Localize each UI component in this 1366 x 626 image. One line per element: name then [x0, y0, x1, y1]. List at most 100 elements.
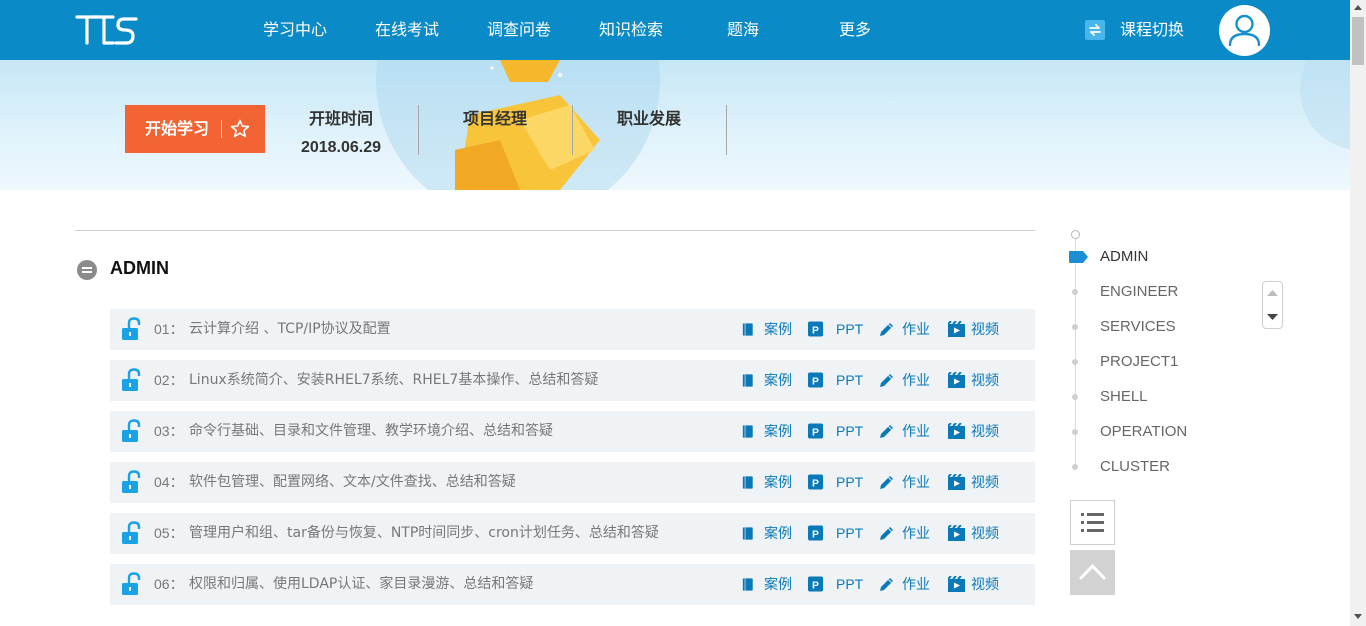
back-to-top-button[interactable]	[1070, 550, 1115, 595]
homework-link[interactable]: 作业	[878, 360, 942, 401]
nav-online-exam[interactable]: 在线考试	[375, 0, 439, 60]
book-icon	[742, 374, 753, 387]
ppt-link[interactable]: P PPT	[808, 360, 876, 401]
ppt-label: PPT	[836, 525, 864, 541]
avatar[interactable]	[1219, 5, 1270, 56]
outline-item[interactable]: OPERATION	[1100, 423, 1187, 440]
lesson-row[interactable]: 02： Linux系统简介、安装RHEL7系统、RHEL7基本操作、总结和答疑 案例…	[110, 360, 1035, 401]
outline-item[interactable]: PROJECT1	[1100, 353, 1178, 370]
video-label: 视频	[971, 423, 999, 439]
collapse-icon[interactable]	[77, 260, 97, 280]
scroll-up-arrow[interactable]	[1354, 5, 1362, 10]
scroll-down-arrow[interactable]	[1354, 614, 1362, 619]
case-link[interactable]: 案例	[742, 411, 804, 452]
lesson-title[interactable]: 云计算介绍 、TCP/IP协议及配置	[189, 309, 391, 350]
timeline-start	[1071, 230, 1080, 239]
outline-item[interactable]: ENGINEER	[1100, 283, 1178, 300]
ppt-link[interactable]: P PPT	[808, 411, 876, 452]
course-banner: 开始学习 开班时间 2018.06.29 项目经理 职业发展	[0, 60, 1350, 190]
video-link[interactable]: 视频	[948, 513, 1011, 554]
start-learning-label: 开始学习	[145, 119, 210, 138]
case-link[interactable]: 案例	[742, 513, 804, 554]
lesson-row[interactable]: 06： 权限和归属、使用LDAP认证、家目录漫游、总结和答疑 案例 P PPT 作业 视频	[110, 564, 1035, 605]
chevron-down-icon[interactable]	[1267, 313, 1278, 321]
video-icon	[948, 372, 965, 388]
lesson-title[interactable]: 软件包管理、配置网络、文本/文件查找、总结和答疑	[189, 462, 516, 503]
book-icon	[742, 425, 753, 438]
case-link[interactable]: 案例	[742, 309, 804, 350]
lesson-row[interactable]: 01： 云计算介绍 、TCP/IP协议及配置 案例 P PPT 作业 视频	[110, 309, 1035, 350]
nav-question-bank[interactable]: 题海	[727, 0, 759, 60]
video-link[interactable]: 视频	[948, 462, 1011, 503]
video-link[interactable]: 视频	[948, 309, 1011, 350]
outline-timeline	[1075, 238, 1076, 470]
ppt-link[interactable]: P PPT	[808, 513, 876, 554]
video-link[interactable]: 视频	[948, 360, 1011, 401]
page-scrollbar[interactable]	[1350, 0, 1366, 626]
outline-item[interactable]: SHELL	[1100, 388, 1148, 405]
logo[interactable]	[75, 14, 139, 46]
video-label: 视频	[971, 576, 999, 592]
lesson-title[interactable]: 管理用户和组、tar备份与恢复、NTP时间同步、cron计划任务、总结和答疑	[189, 513, 659, 554]
lesson-row[interactable]: 05： 管理用户和组、tar备份与恢复、NTP时间同步、cron计划任务、总结和答…	[110, 513, 1035, 554]
video-label: 视频	[971, 321, 999, 337]
ppt-link[interactable]: P PPT	[808, 462, 876, 503]
outline-item[interactable]: SERVICES	[1100, 318, 1176, 335]
lesson-title[interactable]: 权限和归属、使用LDAP认证、家目录漫游、总结和答疑	[189, 564, 533, 605]
lesson-title[interactable]: 命令行基础、目录和文件管理、教学环境介绍、总结和答疑	[189, 411, 553, 452]
outline-toggle-button[interactable]	[1070, 500, 1115, 545]
ppt-link[interactable]: P PPT	[808, 309, 876, 350]
homework-link[interactable]: 作业	[878, 309, 942, 350]
star-icon[interactable]	[228, 117, 252, 141]
lesson-number: 05：	[154, 525, 184, 541]
book-icon	[742, 527, 753, 540]
project-manager-info[interactable]: 项目经理	[420, 105, 570, 129]
pencil-icon	[880, 527, 893, 540]
homework-link[interactable]: 作业	[878, 513, 942, 554]
homework-link[interactable]: 作业	[878, 564, 942, 605]
nav-survey[interactable]: 调查问卷	[487, 0, 551, 60]
video-icon	[948, 525, 965, 541]
lesson-title[interactable]: Linux系统简介、安装RHEL7系统、RHEL7基本操作、总结和答疑	[189, 360, 598, 401]
ppt-label: PPT	[836, 372, 864, 388]
pencil-icon	[880, 374, 893, 387]
lesson-row[interactable]: 04： 软件包管理、配置网络、文本/文件查找、总结和答疑 案例 P PPT 作业 视频	[110, 462, 1035, 503]
video-link[interactable]: 视频	[948, 564, 1011, 605]
video-icon	[948, 474, 965, 490]
video-label: 视频	[971, 372, 999, 388]
divider	[726, 105, 727, 155]
career-info[interactable]: 职业发展	[574, 105, 724, 129]
ppt-link[interactable]: P PPT	[808, 564, 876, 605]
case-label: 案例	[764, 576, 792, 592]
start-learning-button[interactable]: 开始学习	[125, 105, 265, 153]
nav-learning-center[interactable]: 学习中心	[263, 0, 327, 60]
class-start-date: 2018.06.29	[300, 139, 382, 156]
timeline-dot	[1072, 289, 1078, 295]
section-title: ADMIN	[110, 258, 169, 278]
book-icon	[742, 476, 753, 489]
outline-item[interactable]: ADMIN	[1100, 248, 1148, 265]
course-switch-button[interactable]: 课程切换	[1120, 0, 1184, 60]
video-link[interactable]: 视频	[948, 411, 1011, 452]
class-start-title: 开班时间	[308, 109, 373, 128]
book-icon	[742, 578, 753, 591]
case-label: 案例	[764, 372, 792, 388]
homework-link[interactable]: 作业	[878, 462, 942, 503]
unlock-icon	[122, 419, 141, 442]
lesson-number: 01：	[154, 321, 184, 337]
switch-icon[interactable]	[1085, 20, 1105, 40]
nav-knowledge-search[interactable]: 知识检索	[599, 0, 663, 60]
ppt-icon: P	[808, 525, 824, 541]
lesson-number: 03：	[154, 423, 184, 439]
case-link[interactable]: 案例	[742, 462, 804, 503]
case-label: 案例	[764, 321, 792, 337]
chevron-up-icon[interactable]	[1267, 289, 1278, 297]
case-link[interactable]: 案例	[742, 564, 804, 605]
lesson-row[interactable]: 03： 命令行基础、目录和文件管理、教学环境介绍、总结和答疑 案例 P PPT 作业 视频	[110, 411, 1035, 452]
scroll-thumb[interactable]	[1352, 17, 1364, 65]
case-link[interactable]: 案例	[742, 360, 804, 401]
homework-link[interactable]: 作业	[878, 411, 942, 452]
outline-item[interactable]: CLUSTER	[1100, 458, 1170, 475]
nav-more[interactable]: 更多	[839, 0, 871, 60]
pencil-icon	[880, 476, 893, 489]
